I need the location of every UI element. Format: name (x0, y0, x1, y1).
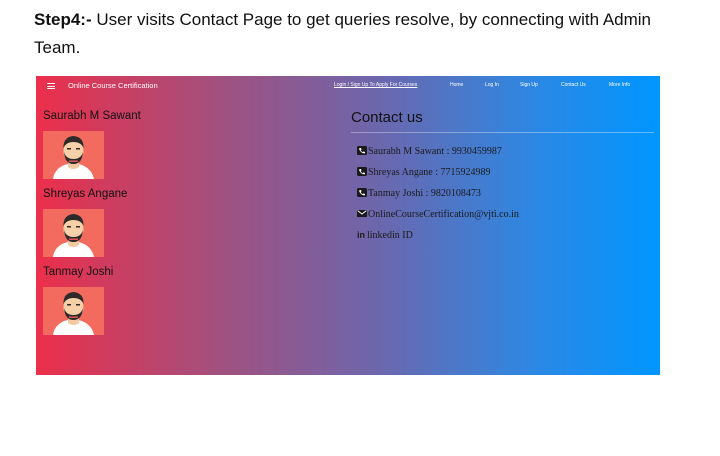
contact-phone-row: Tanmay Joshi : 9820108473 (357, 188, 481, 199)
linkedin-text[interactable]: linkedin ID (367, 230, 413, 241)
team-member-name: Shreyas Angane (43, 188, 128, 200)
phone-icon (357, 146, 367, 155)
nav-link-login[interactable]: Log In (485, 82, 499, 88)
contact-heading: Contact us (351, 109, 423, 126)
man-avatar-icon (43, 287, 104, 335)
nav-link-home[interactable]: Home (450, 82, 463, 88)
contact-page-screenshot: Online Course Certification Login / Sign… (36, 76, 660, 375)
contact-phone-row: Saurabh M Sawant : 9930459987 (357, 146, 502, 157)
team-member-name: Saurabh M Sawant (43, 110, 141, 122)
brand-title[interactable]: Online Course Certification (68, 81, 158, 90)
contact-email-row[interactable]: OnlineCourseCertification@vjti.co.in (357, 209, 519, 220)
envelope-icon (357, 209, 367, 218)
contact-phone-row: Shreyas Angane : 7715924989 (357, 167, 491, 178)
nav-link-signup[interactable]: Sign Up (520, 82, 538, 88)
team-member-name: Tanmay Joshi (43, 266, 114, 278)
navbar: Online Course Certification Login / Sign… (36, 76, 660, 96)
step-label: Step4:- (34, 10, 92, 29)
contact-linkedin-row[interactable]: in linkedin ID (357, 230, 413, 241)
phone-text: Saurabh M Sawant : 9930459987 (368, 146, 502, 157)
divider (351, 132, 654, 133)
phone-text: Tanmay Joshi : 9820108473 (368, 188, 481, 199)
phone-icon (357, 188, 367, 197)
step-description: User visits Contact Page to get queries … (34, 10, 652, 57)
nav-link-login-signup[interactable]: Login / Sign Up To Apply For Courses (334, 82, 417, 88)
phone-text: Shreyas Angane : 7715924989 (368, 167, 491, 178)
nav-link-more-info[interactable]: More Info (609, 82, 630, 88)
nav-link-contact[interactable]: Contact Us (561, 82, 586, 88)
man-avatar-icon (43, 209, 104, 257)
phone-icon (357, 167, 367, 176)
step-caption: Step4:- User visits Contact Page to get … (34, 6, 694, 62)
email-text[interactable]: OnlineCourseCertification@vjti.co.in (368, 209, 519, 220)
linkedin-icon: in (357, 230, 365, 240)
menu-icon[interactable] (47, 83, 55, 89)
man-avatar-icon (43, 131, 104, 179)
